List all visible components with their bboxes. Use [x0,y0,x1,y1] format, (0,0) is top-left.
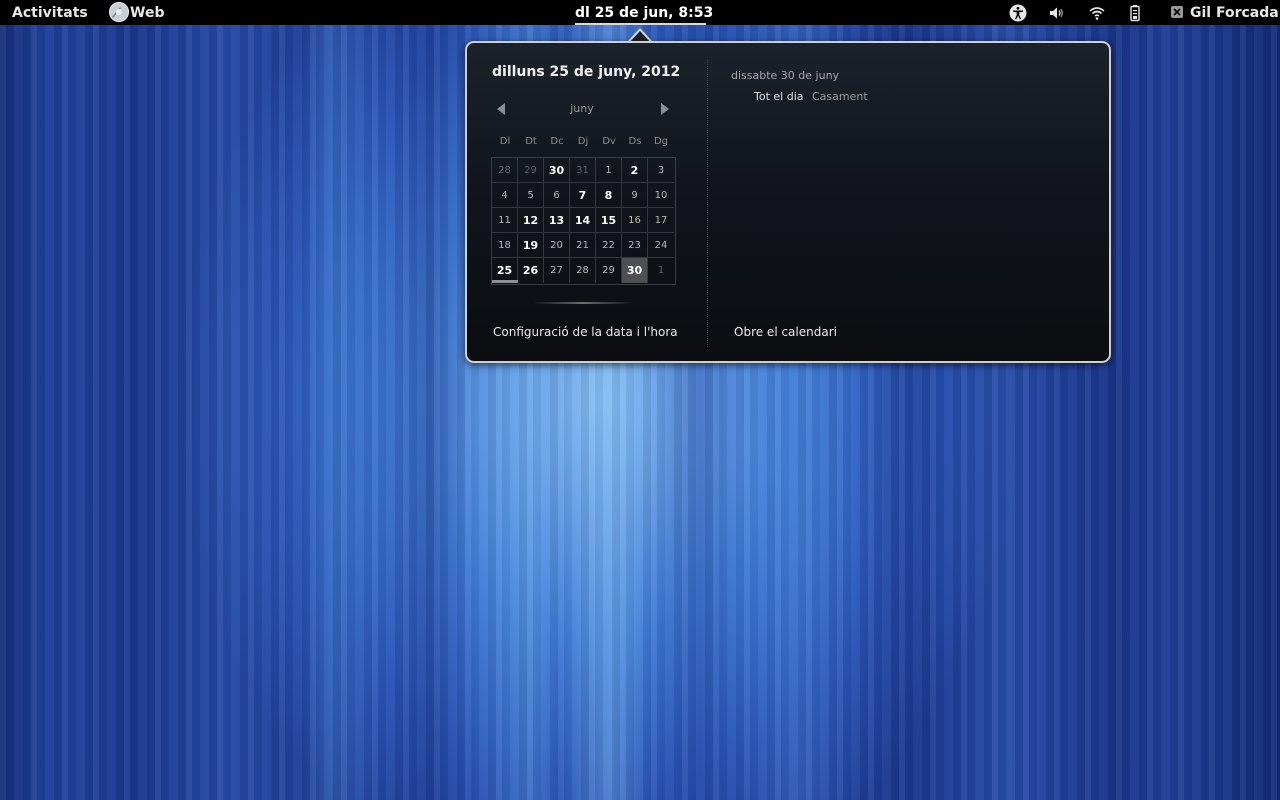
calendar-day[interactable]: 28 [570,258,596,283]
calendar-day-selected[interactable]: 30 [622,258,648,283]
clock-active-indicator [575,23,706,25]
calendar-day[interactable]: 18 [492,233,518,258]
calendar-day[interactable]: 16 [622,208,648,233]
calendar-day[interactable]: 20 [544,233,570,258]
calendar-separator [533,302,633,304]
calendar-day[interactable]: 23 [622,233,648,258]
user-status-icon [1171,6,1183,18]
top-bar: Activitats Web dl 25 de jun, 8:53 Gil Fo… [0,0,1280,25]
calendar-day[interactable]: 14 [570,208,596,233]
calendar-day[interactable]: 15 [596,208,622,233]
calendar-day[interactable]: 21 [570,233,596,258]
weekday-header: Dv [602,136,616,147]
calendar-day[interactable]: 11 [492,208,518,233]
month-label: juny [570,102,594,115]
popup-full-date: dilluns 25 de juny, 2012 [492,64,681,80]
date-time-settings-link[interactable]: Configuració de la data i l'hora [493,325,678,339]
calendar-day[interactable]: 12 [518,208,544,233]
calendar-grid: 28 29 30 31 1 2 3 4 5 6 7 8 9 10 11 12 1… [491,157,676,285]
open-calendar-link[interactable]: Obre el calendari [734,325,837,339]
calendar-day[interactable]: 17 [648,208,674,233]
calendar-day[interactable]: 4 [492,183,518,208]
calendar-day[interactable]: 9 [622,183,648,208]
web-browser-icon [109,2,129,22]
calendar-day[interactable]: 5 [518,183,544,208]
calendar-day[interactable]: 10 [648,183,674,208]
calendar-day[interactable]: 1 [596,158,622,183]
calendar-day[interactable]: 27 [544,258,570,283]
clock-button[interactable]: dl 25 de jun, 8:53 [575,0,713,25]
calendar-day[interactable]: 8 [596,183,622,208]
accessibility-icon[interactable] [1008,3,1028,23]
weekday-header: Dj [577,136,589,147]
calendar-day[interactable]: 19 [518,233,544,258]
today-indicator [492,280,518,283]
event-time: Tot el dia [754,90,804,103]
weekday-header: Dg [653,136,669,147]
calendar-day[interactable]: 26 [518,258,544,283]
calendar-day[interactable]: 7 [570,183,596,208]
weekday-header: Dt [525,136,537,147]
calendar-popup: dilluns 25 de juny, 2012 juny Dl Dt Dc D… [465,41,1111,363]
battery-icon[interactable] [1125,3,1145,23]
calendar-day[interactable]: 6 [544,183,570,208]
next-month-icon[interactable] [659,102,671,116]
desktop: { "topbar": { "activities_label": "Activ… [0,0,1280,800]
calendar-day[interactable]: 13 [544,208,570,233]
calendar-day[interactable]: 30 [544,158,570,183]
weekday-header: Ds [628,136,642,147]
calendar-day[interactable]: 29 [596,258,622,283]
calendar-day[interactable]: 2 [622,158,648,183]
calendar-day[interactable]: 1 [648,258,674,283]
previous-month-icon[interactable] [495,102,507,116]
weekday-header: Dl [499,136,511,147]
calendar-day[interactable]: 31 [570,158,596,183]
calendar-day[interactable]: 24 [648,233,674,258]
calendar-day[interactable]: 28 [492,158,518,183]
activities-button[interactable]: Activitats [12,0,88,25]
calendar-day[interactable]: 22 [596,233,622,258]
events-day-heading: dissabte 30 de juny [731,69,840,82]
calendar-day[interactable]: 3 [648,158,674,183]
user-name: Gil Forcada [1190,5,1279,21]
volume-icon[interactable] [1047,3,1067,23]
column-divider [707,60,708,347]
event-title[interactable]: Casament [812,90,868,103]
calendar-day[interactable]: 29 [518,158,544,183]
app-menu-label: Web [130,5,165,21]
weekday-header: Dc [550,136,564,147]
wifi-icon[interactable] [1087,3,1107,23]
